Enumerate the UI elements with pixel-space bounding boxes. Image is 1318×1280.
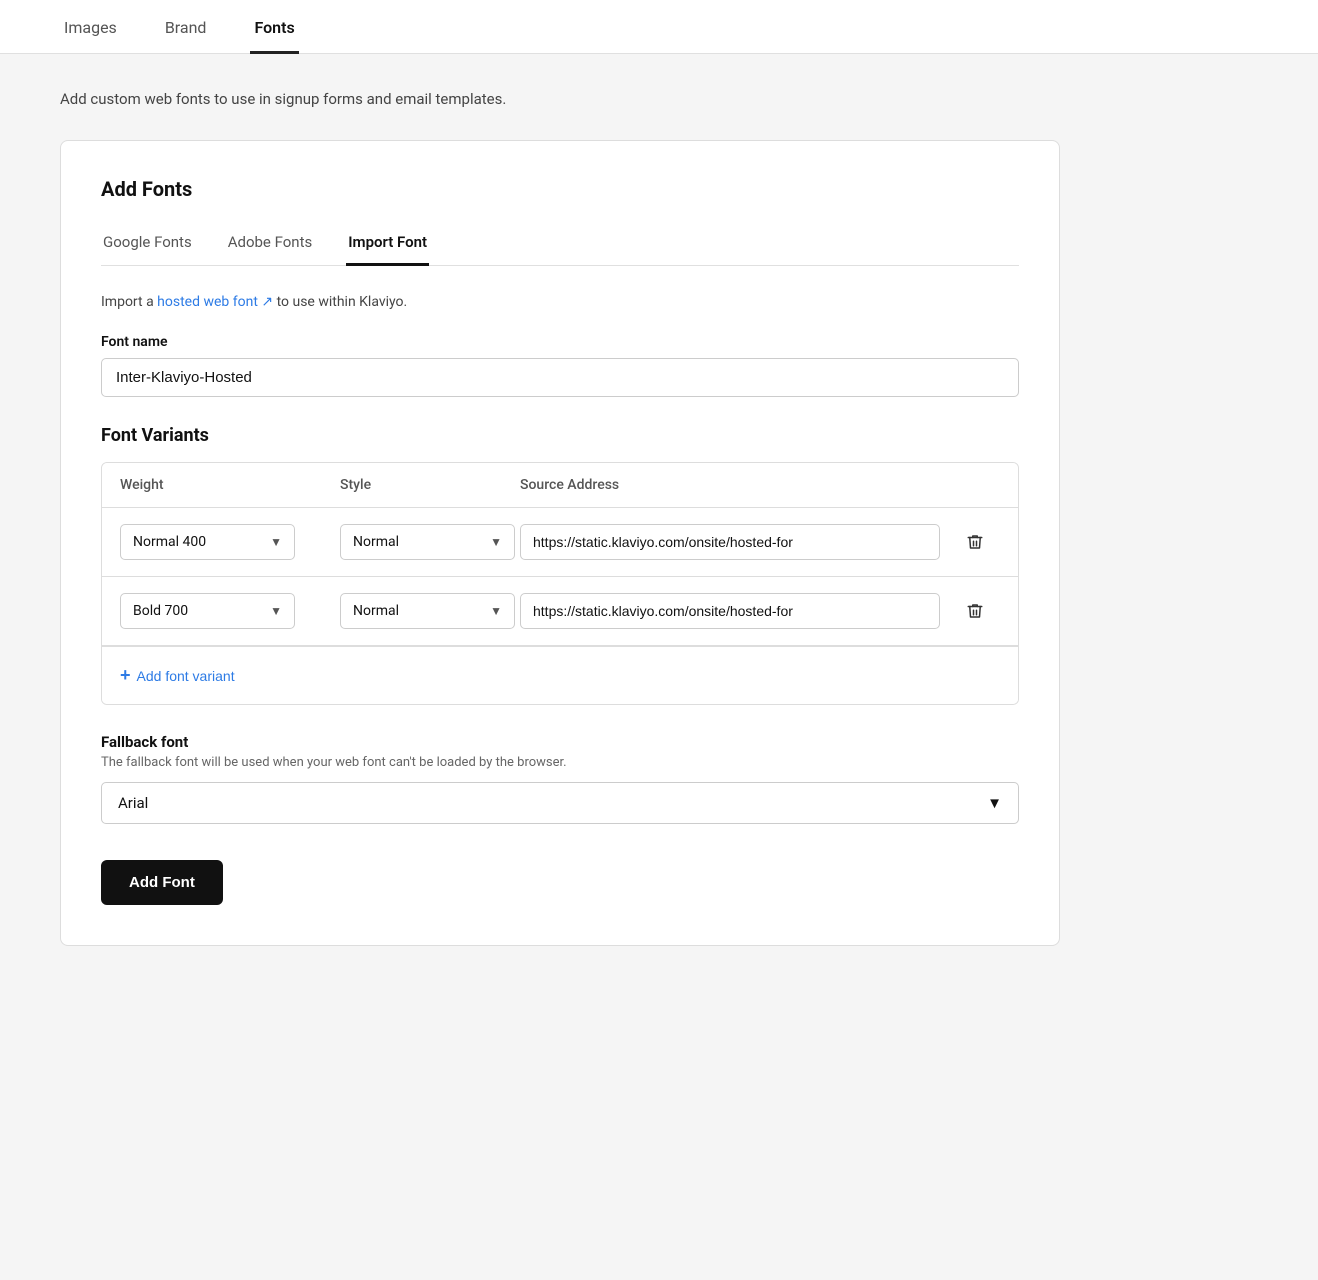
add-font-variant-button[interactable]: + Add font variant [120, 665, 235, 686]
card-title: Add Fonts [101, 177, 1019, 201]
page-description: Add custom web fonts to use in signup fo… [60, 90, 1258, 108]
table-row: Normal 400 ▼ Normal ▼ [102, 508, 1018, 577]
tab-images[interactable]: Images [60, 0, 121, 54]
trash-icon [966, 602, 984, 620]
tab-brand[interactable]: Brand [161, 0, 211, 54]
tab-fonts[interactable]: Fonts [250, 0, 298, 54]
font-name-field-group: Font name [101, 334, 1019, 397]
style-dropdown-2[interactable]: Normal ▼ [340, 593, 520, 629]
chevron-down-icon: ▼ [987, 794, 1002, 812]
import-description: Import a hosted web font ↗ to use within… [101, 294, 1019, 310]
font-name-input[interactable] [101, 358, 1019, 397]
chevron-down-icon: ▼ [490, 535, 502, 549]
sub-tab-import-font[interactable]: Import Font [346, 225, 429, 266]
chevron-down-icon: ▼ [270, 535, 282, 549]
header-style: Style [340, 477, 520, 493]
trash-icon [966, 533, 984, 551]
font-variants-title: Font Variants [101, 425, 1019, 446]
source-address-input-2[interactable] [520, 593, 940, 629]
top-tabs: Images Brand Fonts [0, 0, 1318, 54]
fallback-font-title: Fallback font [101, 733, 1019, 751]
delete-row-1[interactable] [950, 529, 1000, 555]
hosted-web-font-link[interactable]: hosted web font ↗ [157, 294, 273, 310]
style-dropdown-1[interactable]: Normal ▼ [340, 524, 520, 560]
source-address-cell-1 [520, 524, 950, 560]
fallback-font-desc: The fallback font will be used when your… [101, 755, 1019, 770]
header-source-address: Source Address [520, 477, 950, 493]
fallback-font-select[interactable]: Arial ▼ [101, 782, 1019, 824]
sub-tabs: Google Fonts Adobe Fonts Import Font [101, 225, 1019, 266]
source-address-input-1[interactable] [520, 524, 940, 560]
weight-dropdown-2[interactable]: Bold 700 ▼ [120, 593, 340, 629]
weight-dropdown-1[interactable]: Normal 400 ▼ [120, 524, 340, 560]
variants-table-header: Weight Style Source Address [102, 463, 1018, 508]
delete-row-2[interactable] [950, 598, 1000, 624]
delete-variant-button-2[interactable] [962, 598, 988, 624]
add-fonts-card: Add Fonts Google Fonts Adobe Fonts Impor… [60, 140, 1060, 946]
fallback-font-section: Fallback font The fallback font will be … [101, 733, 1019, 824]
plus-icon: + [120, 665, 131, 686]
chevron-down-icon: ▼ [490, 604, 502, 618]
main-content: Add custom web fonts to use in signup fo… [0, 54, 1318, 1006]
add-variant-row: + Add font variant [102, 646, 1018, 704]
delete-variant-button-1[interactable] [962, 529, 988, 555]
add-font-button[interactable]: Add Font [101, 860, 223, 905]
page-wrapper: Images Brand Fonts Add custom web fonts … [0, 0, 1318, 1280]
source-address-cell-2 [520, 593, 950, 629]
font-name-label: Font name [101, 334, 1019, 350]
header-weight: Weight [120, 477, 340, 493]
chevron-down-icon: ▼ [270, 604, 282, 618]
sub-tab-adobe-fonts[interactable]: Adobe Fonts [226, 225, 315, 266]
sub-tab-google-fonts[interactable]: Google Fonts [101, 225, 194, 266]
variants-table: Weight Style Source Address Normal 400 ▼ [101, 462, 1019, 705]
table-row: Bold 700 ▼ Normal ▼ [102, 577, 1018, 646]
